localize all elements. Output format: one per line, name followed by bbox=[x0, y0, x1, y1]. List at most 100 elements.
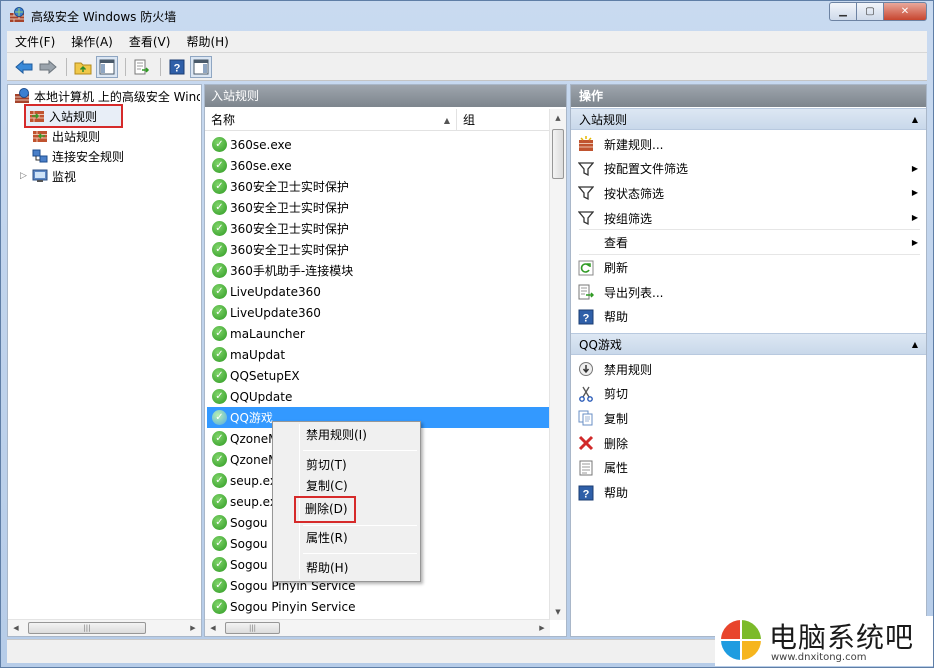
scroll-right-icon[interactable]: ▶ bbox=[534, 620, 550, 636]
maximize-button[interactable]: ▢ bbox=[856, 2, 883, 21]
rule-row[interactable]: ✓ maUpdat bbox=[207, 344, 549, 365]
enabled-check-icon: ✓ bbox=[212, 200, 227, 215]
rule-row[interactable]: ✓ 360se.exe bbox=[207, 155, 549, 176]
rule-row[interactable]: ✓ QQUpdate bbox=[207, 386, 549, 407]
action-label: 按配置文件筛选 bbox=[604, 162, 689, 177]
firewall-app-icon bbox=[10, 7, 24, 22]
action-item[interactable]: 导出列表... bbox=[575, 280, 920, 304]
sort-ascending-icon: ▲ bbox=[443, 116, 450, 125]
expand-arrow-icon[interactable]: ▷ bbox=[20, 171, 32, 181]
action-item[interactable]: 剪切 bbox=[575, 382, 920, 406]
rule-name: 360安全卫士实时保护 bbox=[230, 201, 349, 215]
actions-section-selected-rule[interactable]: QQ游戏 ▲ bbox=[571, 333, 926, 355]
column-name-label: 名称 bbox=[211, 113, 236, 127]
rule-row[interactable]: ✓ QQSetupEX bbox=[207, 365, 549, 386]
rule-row[interactable]: ✓ LiveUpdate360 bbox=[207, 302, 549, 323]
rule-row[interactable]: ✓ LiveUpdate360 bbox=[207, 281, 549, 302]
scroll-thumb[interactable] bbox=[552, 129, 564, 179]
firewall-icon bbox=[15, 88, 29, 103]
ctx-properties[interactable]: 属性(R) bbox=[306, 528, 348, 548]
action-item[interactable]: 禁用规则 bbox=[575, 357, 920, 381]
enabled-check-icon: ✓ bbox=[212, 452, 227, 467]
scroll-thumb[interactable]: ||| bbox=[28, 622, 146, 634]
menu-action[interactable]: 操作(A) bbox=[63, 31, 121, 53]
action-item[interactable]: 按组筛选 ▶ bbox=[575, 206, 920, 230]
scroll-left-icon[interactable]: ◀ bbox=[8, 620, 24, 636]
action-item[interactable]: ? 帮助 bbox=[575, 305, 920, 329]
rule-name: seup.ex bbox=[230, 494, 277, 509]
rule-row[interactable]: ✓ 360手机助手-连接模块 bbox=[207, 260, 549, 281]
action-item[interactable]: ? 帮助 bbox=[575, 481, 920, 505]
ctx-delete[interactable]: 删除(D) bbox=[294, 496, 356, 523]
enabled-check-icon: ✓ bbox=[212, 305, 227, 320]
scroll-left-icon[interactable]: ◀ bbox=[205, 620, 221, 636]
monitor-icon bbox=[32, 169, 48, 182]
export-icon bbox=[578, 284, 594, 300]
back-button[interactable] bbox=[13, 56, 35, 78]
menu-help[interactable]: 帮助(H) bbox=[178, 31, 236, 53]
tree-item-outbound-rules[interactable]: 出站规则 bbox=[32, 126, 100, 146]
title-bar: 高级安全 Windows 防火墙 ▁ ▢ ✕ bbox=[1, 1, 933, 31]
rule-name: Sogou Pinyin Service bbox=[230, 599, 356, 614]
rule-row[interactable]: ✓ 360安全卫士实时保护 bbox=[207, 197, 549, 218]
rule-name: Sogou bbox=[230, 515, 268, 530]
action-item[interactable]: 新建规则... bbox=[575, 132, 920, 156]
ctx-copy[interactable]: 复制(C) bbox=[306, 476, 348, 496]
section-title: QQ游戏 bbox=[579, 338, 622, 352]
forward-button[interactable] bbox=[37, 56, 59, 78]
action-item[interactable]: 删除 bbox=[575, 431, 920, 455]
action-item[interactable]: 刷新 bbox=[575, 256, 920, 280]
collapse-icon[interactable]: ▲ bbox=[912, 109, 918, 131]
submenu-arrow-icon: ▶ bbox=[911, 163, 918, 173]
rule-row[interactable]: ✓ 360se.exe bbox=[207, 134, 549, 155]
menu-file[interactable]: 文件(F) bbox=[7, 31, 63, 53]
action-item[interactable]: 按配置文件筛选 ▶ bbox=[575, 157, 920, 181]
actions-section-inbound[interactable]: 入站规则 ▲ bbox=[571, 108, 926, 130]
maximize-icon: ▢ bbox=[865, 6, 875, 17]
action-item[interactable]: 属性 bbox=[575, 456, 920, 480]
rule-name: Sogou bbox=[230, 536, 268, 551]
tree-item-inbound-rules[interactable]: 入站规则 bbox=[24, 104, 123, 128]
collapse-icon[interactable]: ▲ bbox=[912, 334, 918, 356]
rule-row[interactable]: ✓ 360安全卫士实时保护 bbox=[207, 176, 549, 197]
column-name[interactable]: 名称 ▲ bbox=[205, 109, 457, 130]
menu-view[interactable]: 查看(V) bbox=[121, 31, 179, 53]
action-item[interactable]: 按状态筛选 ▶ bbox=[575, 181, 920, 205]
minimize-button[interactable]: ▁ bbox=[829, 2, 856, 21]
tree-item-monitoring[interactable]: ▷ 监视 bbox=[20, 166, 76, 186]
filter-icon bbox=[578, 210, 594, 226]
outbound-rules-icon bbox=[33, 131, 47, 142]
rule-row[interactable]: ✓ maLauncher bbox=[207, 323, 549, 344]
scroll-up-icon[interactable]: ▲ bbox=[550, 109, 566, 126]
help-button[interactable]: ? bbox=[166, 56, 188, 78]
rules-vscrollbar[interactable]: ▲ ▼ bbox=[549, 109, 566, 620]
scroll-down-icon[interactable]: ▼ bbox=[550, 603, 566, 620]
menu-bar: 文件(F) 操作(A) 查看(V) 帮助(H) bbox=[7, 31, 927, 53]
enabled-check-icon: ✓ bbox=[212, 158, 227, 173]
enabled-check-icon: ✓ bbox=[212, 536, 227, 551]
ctx-disable-rule[interactable]: 禁用规则(I) bbox=[306, 425, 367, 445]
filter-icon bbox=[578, 185, 594, 201]
export-list-button[interactable] bbox=[131, 56, 153, 78]
ctx-cut[interactable]: 剪切(T) bbox=[306, 455, 347, 475]
up-folder-button[interactable] bbox=[72, 56, 94, 78]
ctx-help[interactable]: 帮助(H) bbox=[306, 558, 348, 578]
column-group[interactable]: 组 bbox=[457, 109, 475, 130]
scroll-thumb[interactable]: ||| bbox=[225, 622, 280, 634]
close-button[interactable]: ✕ bbox=[883, 2, 927, 21]
action-item[interactable]: 复制 bbox=[575, 406, 920, 430]
tree-item-label: 连接安全规则 bbox=[52, 149, 125, 164]
action-separator bbox=[579, 229, 920, 230]
show-action-pane-button[interactable] bbox=[190, 55, 212, 78]
action-item[interactable]: 查看 ▶ bbox=[575, 231, 920, 255]
scroll-right-icon[interactable]: ▶ bbox=[185, 620, 201, 636]
rule-row[interactable]: ✓ Sogou Pinyin Service bbox=[207, 596, 549, 617]
rule-row[interactable]: ✓ 360安全卫士实时保护 bbox=[207, 239, 549, 260]
rule-row[interactable]: ✓ 360安全卫士实时保护 bbox=[207, 218, 549, 239]
tree-hscrollbar[interactable]: ◀ ||| ▶ bbox=[8, 619, 201, 636]
show-tree-button[interactable] bbox=[96, 55, 118, 78]
tree-item-connection-security-rules[interactable]: 连接安全规则 bbox=[32, 146, 124, 166]
rules-hscrollbar[interactable]: ◀ ||| ▶ bbox=[205, 619, 550, 636]
tree-root[interactable]: 本地计算机 上的高级安全 Windows 防火墙 bbox=[14, 86, 200, 106]
rule-name: LiveUpdate360 bbox=[230, 305, 321, 320]
